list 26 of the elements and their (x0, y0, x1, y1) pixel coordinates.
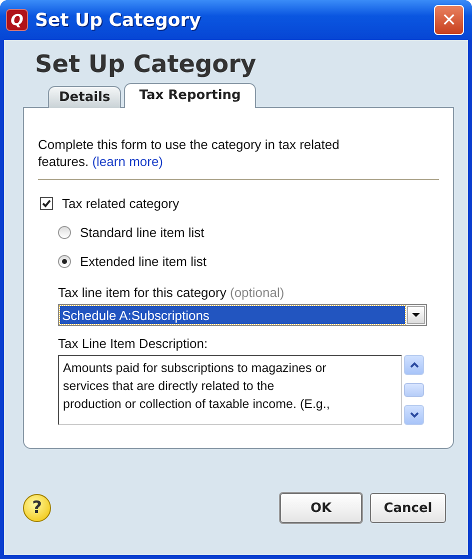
radio-label: Standard line item list (80, 225, 204, 240)
intro-text: Complete this form to use the category in tax related features. (learn more) (38, 136, 439, 180)
dialog-button[interactable]: OK (280, 493, 362, 523)
field-label: Tax Line Item Description: (58, 336, 209, 351)
learn-more-link[interactable]: (learn more) (92, 154, 164, 169)
field-label: Tax line item for this category (optional) (58, 285, 286, 300)
tax-line-dropdown[interactable]: Schedule A:Subscriptions (58, 304, 427, 326)
radio-button[interactable] (58, 255, 71, 268)
tab[interactable]: Tax Reporting (124, 83, 256, 108)
dialog-heading: Set Up Category (35, 50, 258, 78)
radio-button[interactable] (58, 226, 71, 239)
checkbox-label: Tax related category (62, 196, 180, 211)
scroll-thumb[interactable] (404, 383, 424, 397)
dropdown-arrow-icon (412, 313, 420, 317)
tab[interactable]: Details (48, 86, 122, 108)
app-icon: Q (6, 9, 28, 31)
scroll-up-button[interactable] (404, 355, 424, 375)
dialog-button[interactable]: Cancel (370, 493, 446, 523)
radio-label: Extended line item list (80, 254, 206, 269)
scroll-down-button[interactable] (404, 405, 424, 425)
check-icon (42, 199, 51, 208)
help-button[interactable]: ? (23, 494, 51, 522)
checkbox[interactable] (40, 197, 53, 210)
description-box[interactable]: Amounts paid for subscriptions to magazines or services that are directly related to the production or collection of taxable income. (E.g., (58, 355, 402, 425)
close-button[interactable]: ✕ (434, 5, 464, 35)
window-title: Set Up Category (35, 10, 202, 30)
